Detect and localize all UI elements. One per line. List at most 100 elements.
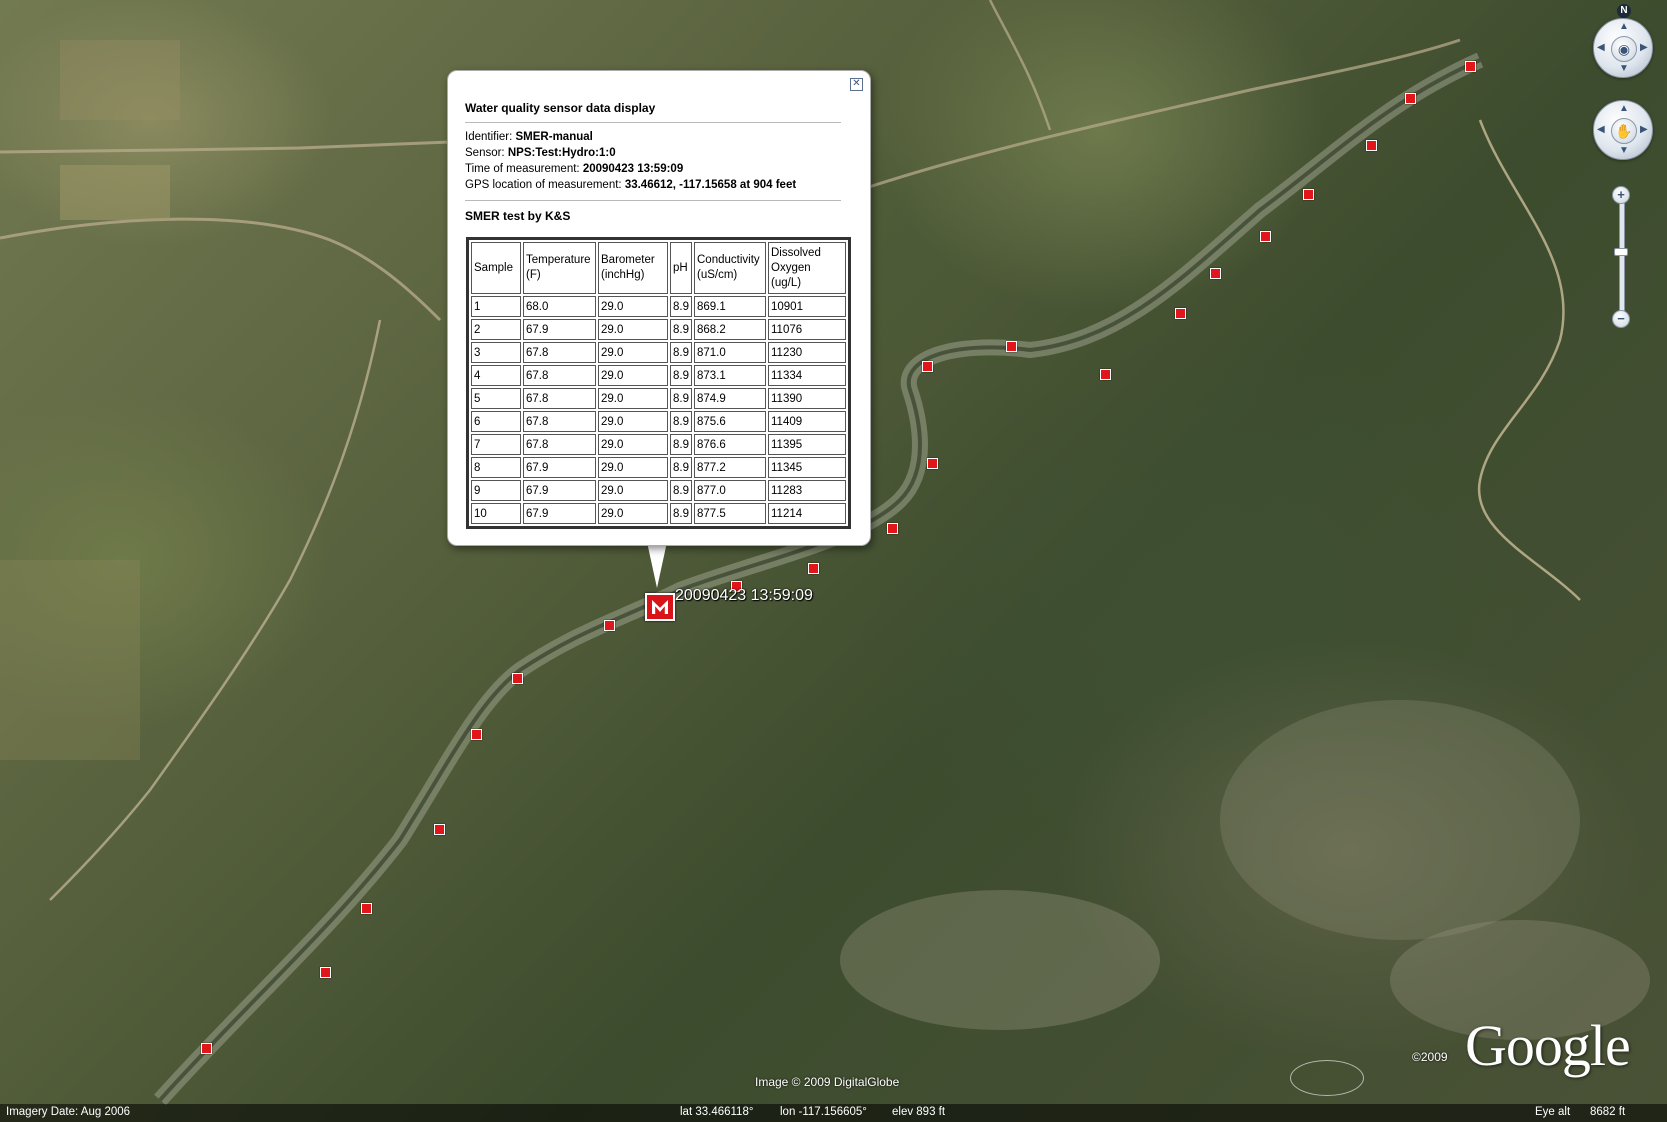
table-cell: 29.0 bbox=[598, 342, 668, 363]
look-up-arrow-icon[interactable]: ▲ bbox=[1619, 22, 1629, 32]
table-header-row: Sample Temperature (F) Barometer (inchHg… bbox=[471, 242, 846, 294]
table-cell: 11345 bbox=[768, 457, 846, 478]
table-cell: 29.0 bbox=[598, 503, 668, 524]
sensor-marker[interactable] bbox=[927, 458, 938, 469]
move-control[interactable]: ▲ ▼ ◀ ▶ ✋ bbox=[1593, 100, 1653, 160]
table-cell: 8.9 bbox=[670, 503, 692, 524]
table-cell: 29.0 bbox=[598, 434, 668, 455]
zoom-in-button[interactable]: + bbox=[1612, 186, 1630, 204]
table-row: 5 67.8 29.0 8.9 874.9 11390 bbox=[471, 388, 846, 409]
table-cell: 29.0 bbox=[598, 296, 668, 317]
info-balloon: ✕ Water quality sensor data display Iden… bbox=[447, 70, 871, 546]
table-cell: 11230 bbox=[768, 342, 846, 363]
sensor-marker[interactable] bbox=[808, 563, 819, 574]
table-cell: 8.9 bbox=[670, 342, 692, 363]
time-label: Time of measurement: bbox=[465, 163, 580, 175]
zoom-handle[interactable] bbox=[1614, 248, 1628, 256]
divider bbox=[465, 122, 841, 123]
sensor-marker[interactable] bbox=[512, 673, 523, 684]
sensor-marker[interactable] bbox=[1100, 369, 1111, 380]
table-cell: 29.0 bbox=[598, 388, 668, 409]
digitalglobe-logo-icon bbox=[1290, 1060, 1364, 1096]
table-cell: 11076 bbox=[768, 319, 846, 340]
move-right-arrow-icon[interactable]: ▶ bbox=[1640, 125, 1648, 135]
sensor-marker[interactable] bbox=[471, 729, 482, 740]
table-cell: 29.0 bbox=[598, 411, 668, 432]
sensor-marker[interactable] bbox=[887, 523, 898, 534]
table-cell: 8.9 bbox=[670, 388, 692, 409]
table-cell: 11283 bbox=[768, 480, 846, 501]
table-row: 10 67.9 29.0 8.9 877.5 11214 bbox=[471, 503, 846, 524]
look-right-arrow-icon[interactable]: ▶ bbox=[1640, 43, 1648, 53]
table-cell: 29.0 bbox=[598, 319, 668, 340]
identifier-line: Identifier: SMER-manual bbox=[465, 131, 593, 143]
table-cell: 875.6 bbox=[694, 411, 766, 432]
balloon-title: Water quality sensor data display bbox=[465, 101, 656, 115]
sensor-marker[interactable] bbox=[201, 1043, 212, 1054]
sensor-marker[interactable] bbox=[1006, 341, 1017, 352]
sensor-marker[interactable] bbox=[1366, 140, 1377, 151]
table-cell: 29.0 bbox=[598, 480, 668, 501]
gps-line: GPS location of measurement: 33.46612, -… bbox=[465, 179, 796, 191]
table-cell: 8.9 bbox=[670, 457, 692, 478]
eye-icon[interactable]: ◉ bbox=[1611, 36, 1637, 62]
identifier-label: Identifier: bbox=[465, 131, 513, 143]
table-cell: 877.2 bbox=[694, 457, 766, 478]
look-control[interactable]: ▲ ▼ ◀ ▶ ◉ bbox=[1593, 18, 1653, 78]
sensor-marker[interactable] bbox=[922, 361, 933, 372]
copyright-year: ©2009 bbox=[1412, 1050, 1448, 1064]
move-left-arrow-icon[interactable]: ◀ bbox=[1597, 125, 1605, 135]
table-cell: 67.8 bbox=[523, 434, 596, 455]
sensor-marker[interactable] bbox=[1260, 231, 1271, 242]
placemark-m-icon[interactable] bbox=[645, 593, 675, 621]
look-down-arrow-icon[interactable]: ▼ bbox=[1619, 64, 1629, 74]
eye-alt-value: 8682 ft bbox=[1590, 1106, 1626, 1118]
table-cell: 8.9 bbox=[670, 434, 692, 455]
eye-alt-label: Eye alt bbox=[1535, 1106, 1571, 1118]
table-row: 4 67.8 29.0 8.9 873.1 11334 bbox=[471, 365, 846, 386]
sensor-marker[interactable] bbox=[1175, 308, 1186, 319]
table-row: 2 67.9 29.0 8.9 868.2 11076 bbox=[471, 319, 846, 340]
zoom-track[interactable] bbox=[1619, 198, 1625, 318]
table-row: 3 67.8 29.0 8.9 871.0 11230 bbox=[471, 342, 846, 363]
compass-north-indicator[interactable]: N bbox=[1617, 4, 1631, 18]
table-cell: 10901 bbox=[768, 296, 846, 317]
sensor-marker[interactable] bbox=[320, 967, 331, 978]
sensor-marker[interactable] bbox=[1210, 268, 1221, 279]
table-cell: 6 bbox=[471, 411, 521, 432]
google-logo: Google bbox=[1465, 1013, 1631, 1078]
table-cell: 877.5 bbox=[694, 503, 766, 524]
close-icon[interactable]: ✕ bbox=[850, 78, 863, 91]
table-cell: 871.0 bbox=[694, 342, 766, 363]
sensor-marker[interactable] bbox=[361, 903, 372, 914]
sensor-data-table: Sample Temperature (F) Barometer (inchHg… bbox=[466, 237, 851, 529]
zoom-slider[interactable]: + − bbox=[1612, 186, 1630, 328]
sensor-line: Sensor: NPS:Test:Hydro:1:0 bbox=[465, 147, 616, 159]
marker-label[interactable]: 20090423 13:59:09 bbox=[675, 587, 813, 605]
zoom-out-button[interactable]: − bbox=[1612, 310, 1630, 328]
table-cell: 29.0 bbox=[598, 365, 668, 386]
table-cell: 11214 bbox=[768, 503, 846, 524]
sensor-marker[interactable] bbox=[1303, 189, 1314, 200]
table-cell: 67.9 bbox=[523, 457, 596, 478]
sensor-marker[interactable] bbox=[604, 620, 615, 631]
sensor-marker[interactable] bbox=[434, 824, 445, 835]
table-row: 6 67.8 29.0 8.9 875.6 11409 bbox=[471, 411, 846, 432]
hand-icon[interactable]: ✋ bbox=[1611, 118, 1637, 144]
table-cell: 8 bbox=[471, 457, 521, 478]
identifier-value: SMER-manual bbox=[515, 131, 593, 143]
look-left-arrow-icon[interactable]: ◀ bbox=[1597, 43, 1605, 53]
table-body: 1 68.0 29.0 8.9 869.1 10901 2 67.9 29.0 8.9 868.2 1… bbox=[471, 296, 846, 524]
time-value: 20090423 13:59:09 bbox=[582, 163, 684, 175]
table-cell: 67.9 bbox=[523, 503, 596, 524]
table-cell: 5 bbox=[471, 388, 521, 409]
move-up-arrow-icon[interactable]: ▲ bbox=[1619, 104, 1629, 114]
sensor-marker[interactable] bbox=[1405, 93, 1416, 104]
table-cell: 9 bbox=[471, 480, 521, 501]
sensor-marker[interactable] bbox=[1465, 61, 1476, 72]
table-row: 1 68.0 29.0 8.9 869.1 10901 bbox=[471, 296, 846, 317]
table-cell: 3 bbox=[471, 342, 521, 363]
table-cell: 67.8 bbox=[523, 388, 596, 409]
move-down-arrow-icon[interactable]: ▼ bbox=[1619, 146, 1629, 156]
table-cell: 67.8 bbox=[523, 342, 596, 363]
